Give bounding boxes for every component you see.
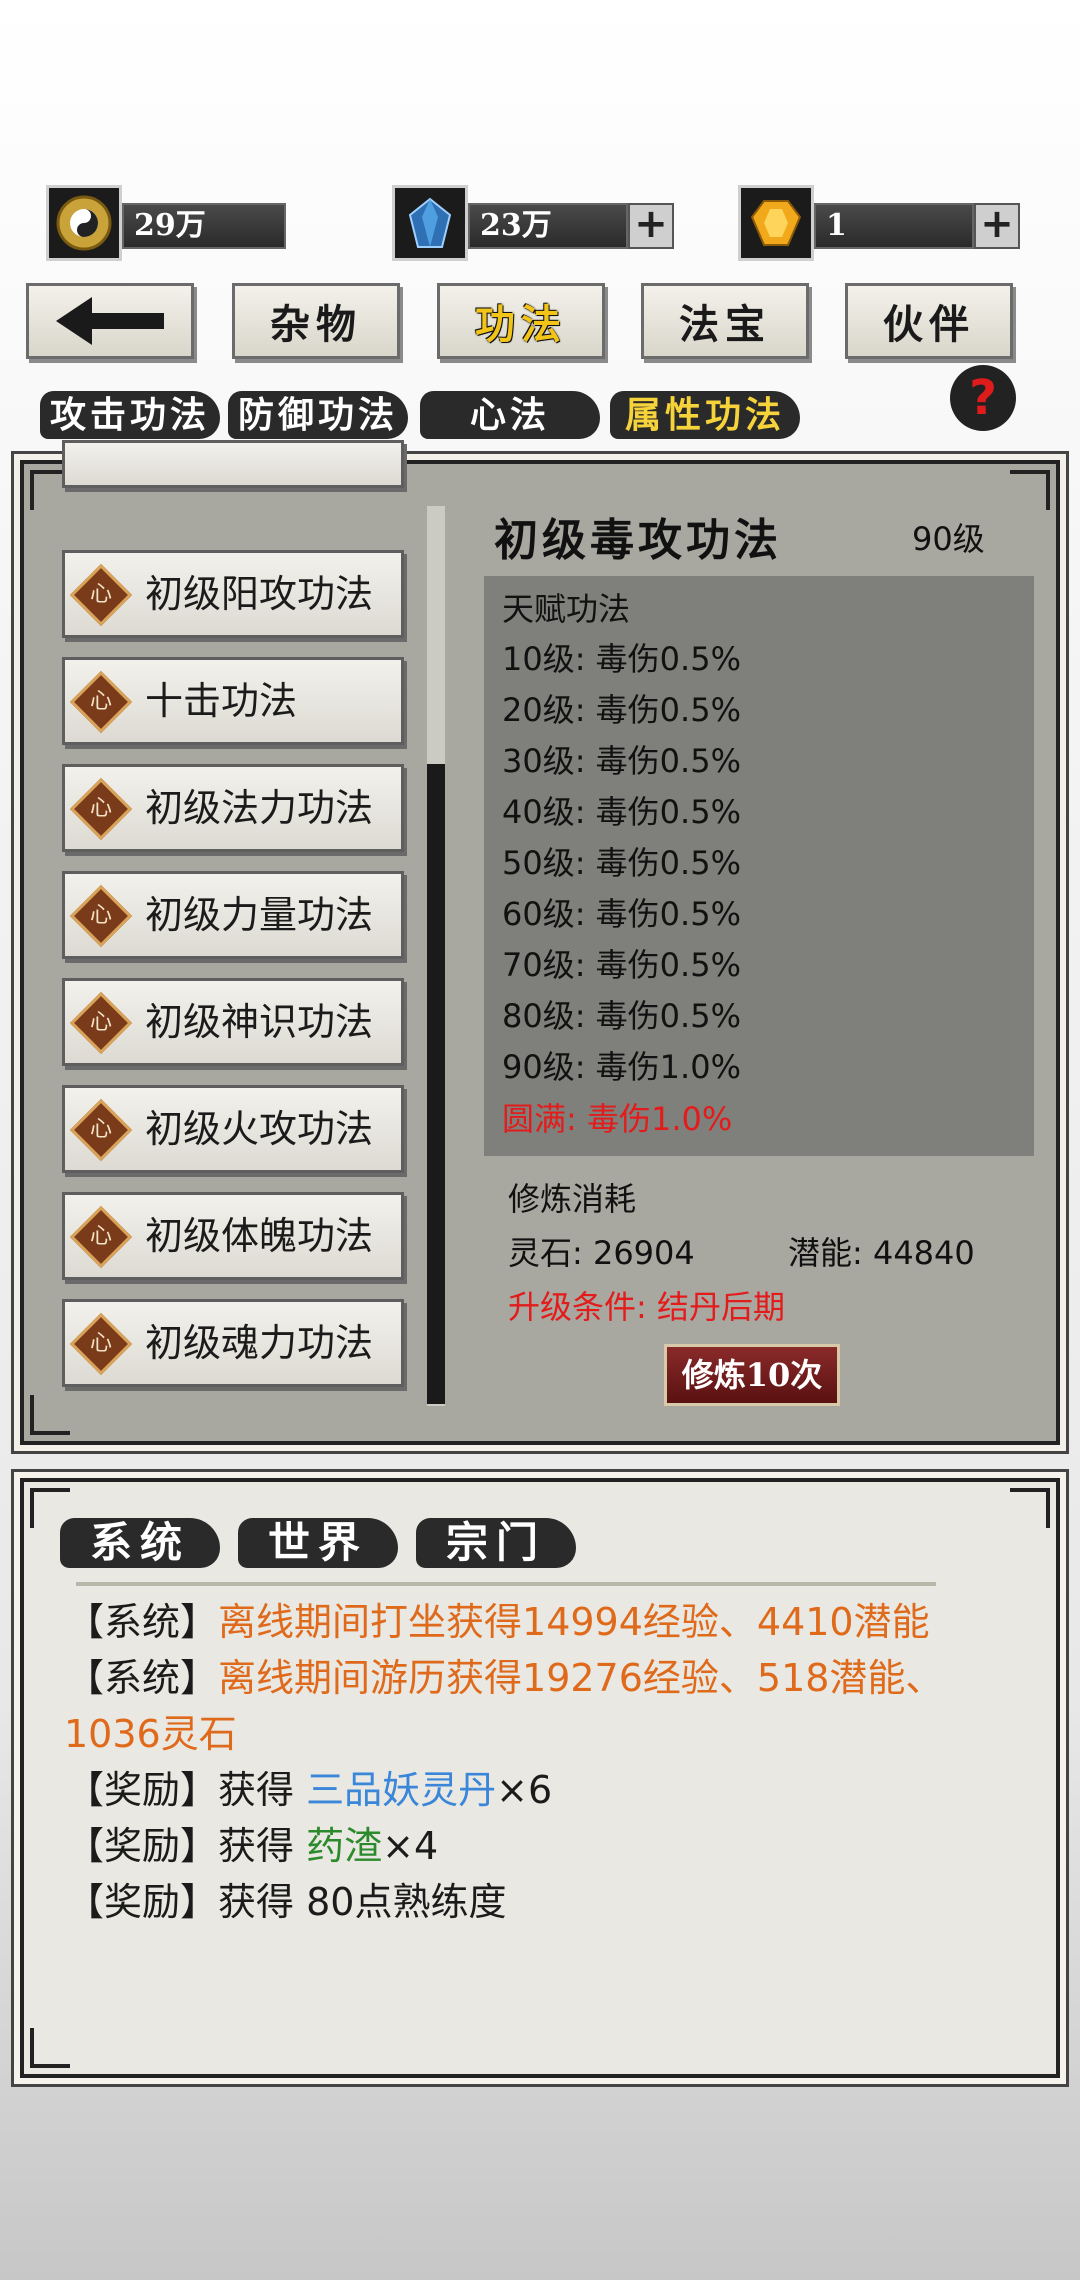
list-item[interactable]: 心 初级力量功法 xyxy=(62,871,404,959)
currency-crystals: 23万 + xyxy=(392,185,674,265)
chat-tab-system[interactable]: 系统 xyxy=(60,1510,220,1576)
heart-method-icon: 心 xyxy=(69,1098,133,1162)
subtab-mind[interactable]: 心法 xyxy=(420,385,600,445)
list-item-partial[interactable] xyxy=(62,440,404,488)
panel-corner xyxy=(30,1395,70,1435)
chat-tab-world-label: 世界 xyxy=(267,1518,368,1567)
list-item[interactable]: 心 十击功法 xyxy=(62,657,404,745)
talent-complete: 圆满: 毒伤1.0% xyxy=(502,1100,733,1138)
panel-corner xyxy=(1010,1488,1050,1528)
talent-line: 60级: 毒伤0.5% xyxy=(502,895,741,933)
chat-panel: 系统 世界 宗门 【系统】离线期间打坐获得14994经验、4410潜能 【系统】… xyxy=(14,1472,1066,2084)
technique-title: 初级毒攻功法 xyxy=(494,515,782,566)
heart-method-icon: 心 xyxy=(69,777,133,841)
chat-message: 【系统】离线期间打坐获得14994经验、4410潜能 xyxy=(66,1600,930,1644)
talent-line: 90级: 毒伤1.0% xyxy=(502,1048,741,1086)
list-item[interactable]: 心 初级神识功法 xyxy=(62,978,404,1066)
chat-message: 【系统】离线期间游历获得19276经验、518潜能、 xyxy=(66,1656,944,1700)
coins-value: 29万 xyxy=(122,203,286,249)
list-item-label: 初级法力功法 xyxy=(145,786,374,830)
list-item[interactable]: 心 初级法力功法 xyxy=(62,764,404,852)
list-item[interactable]: 心 初级魂力功法 xyxy=(62,1299,404,1387)
panel-corner xyxy=(30,2028,70,2068)
panel-corner xyxy=(1010,470,1050,510)
list-item-label: 初级阳攻功法 xyxy=(145,572,374,616)
chat-tab-world[interactable]: 世界 xyxy=(238,1510,398,1576)
list-item[interactable]: 心 初级阳攻功法 xyxy=(62,550,404,638)
arrow-left-icon xyxy=(56,297,164,345)
subtab-attribute[interactable]: 属性功法 xyxy=(610,385,800,445)
chat-message: 【奖励】获得 80点熟练度 xyxy=(66,1880,507,1924)
heart-method-icon: 心 xyxy=(69,884,133,948)
subtab-attack[interactable]: 攻击功法 xyxy=(40,385,220,445)
potential-cost: 潜能: 44840 xyxy=(788,1234,975,1272)
chat-divider xyxy=(76,1582,936,1586)
heart-method-icon: 心 xyxy=(69,563,133,627)
list-item[interactable]: 心 初级体魄功法 xyxy=(62,1192,404,1280)
talent-line: 50级: 毒伤0.5% xyxy=(502,844,741,882)
chat-tab-sect-label: 宗门 xyxy=(445,1518,546,1567)
subtab-defense-label: 防御功法 xyxy=(237,394,398,436)
chat-message-continued: 1036灵石 xyxy=(64,1712,237,1756)
currency-gems: 1 + xyxy=(738,185,1020,265)
back-button[interactable] xyxy=(26,283,194,359)
crystals-value: 23万 xyxy=(468,203,628,249)
subtab-attribute-label: 属性功法 xyxy=(624,394,785,436)
tab-techniques[interactable]: 功法 xyxy=(437,283,605,359)
heart-method-icon: 心 xyxy=(69,1312,133,1376)
help-button[interactable]: ? xyxy=(950,365,1016,431)
chat-message: 【奖励】获得 三品妖灵丹×6 xyxy=(66,1768,553,1812)
tab-companions[interactable]: 伙伴 xyxy=(845,283,1013,359)
chat-tab-system-label: 系统 xyxy=(89,1518,190,1567)
heart-method-icon: 心 xyxy=(69,670,133,734)
list-item-label: 初级魂力功法 xyxy=(145,1321,374,1365)
talent-line: 80级: 毒伤0.5% xyxy=(502,997,741,1035)
subtab-defense[interactable]: 防御功法 xyxy=(228,385,408,445)
add-gems-button[interactable]: + xyxy=(974,203,1020,249)
list-item-label: 初级力量功法 xyxy=(145,893,374,937)
heart-method-icon: 心 xyxy=(69,1205,133,1269)
gems-value: 1 xyxy=(814,203,974,249)
talent-line: 40级: 毒伤0.5% xyxy=(502,793,741,831)
stone-cost: 灵石: 26904 xyxy=(508,1234,695,1272)
talent-line: 10级: 毒伤0.5% xyxy=(502,640,741,678)
subtab-mind-label: 心法 xyxy=(469,394,550,436)
chat-message: 【奖励】获得 药渣×4 xyxy=(66,1824,439,1868)
currency-coins: 29万 xyxy=(46,185,286,265)
talent-line: 30级: 毒伤0.5% xyxy=(502,742,741,780)
talent-line: 70级: 毒伤0.5% xyxy=(502,946,741,984)
subtab-attack-label: 攻击功法 xyxy=(49,394,210,436)
list-item-label: 十击功法 xyxy=(145,679,298,723)
train-10-button[interactable]: 修炼10次 xyxy=(664,1344,840,1406)
list-item-label: 初级体魄功法 xyxy=(145,1214,374,1258)
yinyang-coin-icon xyxy=(46,185,122,261)
chat-tab-sect[interactable]: 宗门 xyxy=(416,1510,576,1576)
add-crystals-button[interactable]: + xyxy=(628,203,674,249)
scrollbar-thumb[interactable] xyxy=(427,764,445,1404)
list-item[interactable]: 心 初级火攻功法 xyxy=(62,1085,404,1173)
tab-misc[interactable]: 杂物 xyxy=(232,283,400,359)
talent-header: 天赋功法 xyxy=(502,590,631,628)
tab-treasures[interactable]: 法宝 xyxy=(641,283,809,359)
cost-header: 修炼消耗 xyxy=(508,1180,637,1218)
list-item-label: 初级火攻功法 xyxy=(145,1107,374,1151)
list-item-label: 初级神识功法 xyxy=(145,1000,374,1044)
technique-level: 90级 xyxy=(912,520,985,558)
heart-method-icon: 心 xyxy=(69,991,133,1055)
talent-line: 20级: 毒伤0.5% xyxy=(502,691,741,729)
upgrade-condition: 升级条件: 结丹后期 xyxy=(508,1288,785,1326)
gold-gem-icon xyxy=(738,185,814,261)
technique-panel: 心 初级阳攻功法 心 十击功法 心 初级法力功法 心 初级力量功法 心 初级神识… xyxy=(14,440,1066,1451)
blue-crystal-icon xyxy=(392,185,468,261)
